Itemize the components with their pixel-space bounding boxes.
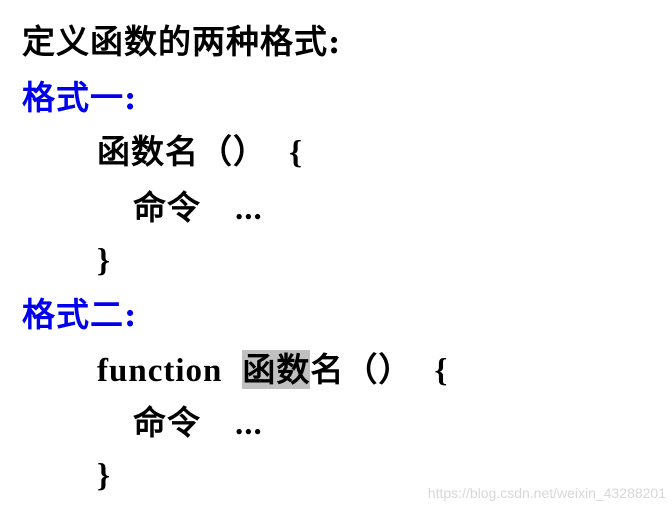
format2-keyword: function xyxy=(97,353,223,389)
format1-close-brace: } xyxy=(97,243,112,279)
format2-open-brace: { xyxy=(434,353,449,389)
format1-open-brace: { xyxy=(289,135,304,171)
format1-command-line: 命令... xyxy=(133,188,263,229)
format2-command-line: 命令... xyxy=(133,403,263,444)
format1-signature: 函数名（） xyxy=(97,132,267,171)
watermark: https://blog.csdn.net/weixin_43288201 xyxy=(427,485,666,501)
format2-signature-line: function 函数名（） { xyxy=(97,350,448,391)
format1-ellipsis: ... xyxy=(235,191,263,227)
format1-heading: 格式一: xyxy=(22,78,138,117)
format2-command: 命令 xyxy=(133,403,201,442)
format2-heading: 格式二: xyxy=(22,295,138,334)
format1-signature-line: 函数名（） { xyxy=(97,132,303,173)
format1-command: 命令 xyxy=(133,188,201,227)
page-title: 定义函数的两种格式: xyxy=(22,22,342,61)
format2-name-highlight: 函数 xyxy=(242,350,311,389)
format2-ellipsis: ... xyxy=(235,406,263,442)
format2-name-rest: 名（） xyxy=(310,350,413,389)
format2-close-brace: } xyxy=(97,458,112,494)
